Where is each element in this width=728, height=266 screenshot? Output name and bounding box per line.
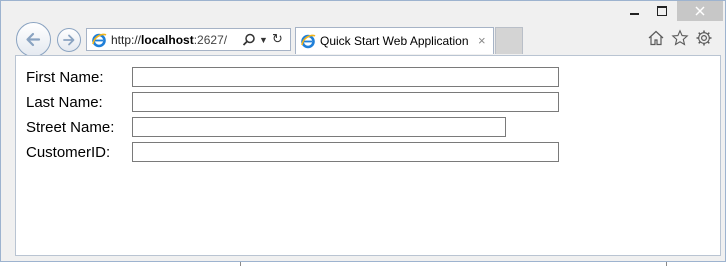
star-icon[interactable]: [671, 29, 689, 47]
url-scheme: http://: [111, 32, 142, 47]
forward-arrow-icon: [63, 34, 75, 46]
street-name-field[interactable]: [132, 117, 506, 137]
tab-title: Quick Start Web Application: [320, 34, 469, 48]
ie-logo-icon: [92, 33, 107, 47]
last-name-label: Last Name:: [26, 93, 103, 111]
form-row-last-name: Last Name:: [26, 91, 559, 113]
first-name-field[interactable]: [132, 67, 559, 87]
first-name-label: First Name:: [26, 68, 104, 86]
status-divider: [666, 262, 667, 266]
customer-id-field[interactable]: [132, 142, 559, 162]
close-window-button[interactable]: [677, 1, 723, 21]
status-divider: [240, 262, 241, 266]
url-port-path: :2627/: [193, 32, 228, 47]
close-icon: [695, 6, 705, 16]
address-bar[interactable]: http://localhost:2627/ ▼ ↻: [86, 28, 291, 51]
customer-id-label: CustomerID:: [26, 143, 111, 161]
minimize-icon: [629, 13, 639, 15]
tab-close-icon[interactable]: ×: [478, 33, 486, 48]
maximize-icon: [657, 6, 667, 16]
street-name-label: Street Name:: [26, 118, 115, 136]
status-strip: [0, 262, 728, 266]
home-icon[interactable]: [647, 29, 665, 47]
refresh-icon[interactable]: ↻: [272, 31, 283, 47]
form-row-first-name: First Name:: [26, 66, 559, 88]
form-row-customer-id: CustomerID:: [26, 141, 559, 163]
tab-quick-start[interactable]: Quick Start Web Application ×: [295, 27, 494, 54]
url-host: localhost: [141, 32, 194, 47]
magnifier-icon[interactable]: [241, 32, 257, 48]
minimize-button[interactable]: [621, 1, 647, 21]
maximize-button[interactable]: [649, 1, 675, 21]
browser-window: http://localhost:2627/ ▼ ↻ Quick Start W…: [0, 0, 726, 262]
forward-button[interactable]: [57, 28, 81, 52]
last-name-field[interactable]: [132, 92, 559, 112]
back-arrow-icon: [26, 32, 41, 47]
form-row-street-name: Street Name:: [26, 116, 506, 138]
page-content: First Name: Last Name: Street Name: Cust…: [15, 55, 721, 256]
back-button[interactable]: [16, 22, 51, 57]
gear-icon[interactable]: [695, 29, 713, 47]
new-tab-button[interactable]: [495, 27, 523, 54]
chevron-down-icon[interactable]: ▼: [259, 32, 268, 48]
ie-logo-icon: [301, 34, 316, 49]
